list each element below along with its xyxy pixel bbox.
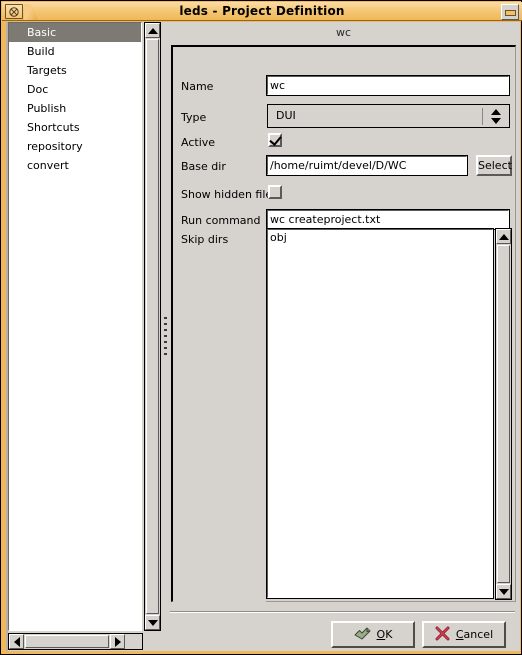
tab-wc[interactable]: wc bbox=[170, 26, 517, 43]
sidebar-item-convert[interactable]: convert bbox=[9, 156, 141, 175]
scroll-down-button[interactable] bbox=[496, 584, 511, 599]
cancel-button[interactable]: Cancel bbox=[422, 621, 506, 648]
run-command-input[interactable]: wc createproject.txt bbox=[266, 209, 510, 230]
name-label: Name bbox=[181, 80, 214, 93]
basic-settings-form: Name wc Type DUI Active Base dir /home/r… bbox=[171, 45, 516, 602]
base-dir-label: Base dir bbox=[181, 160, 226, 173]
select-base-dir-button[interactable]: Select bbox=[476, 155, 512, 176]
type-label: Type bbox=[181, 111, 207, 124]
skipdirs-vertical-scrollbar[interactable] bbox=[495, 228, 512, 600]
scroll-left-button[interactable] bbox=[9, 634, 24, 649]
scroll-right-button[interactable] bbox=[110, 634, 125, 649]
sidebar-item-label: Shortcuts bbox=[27, 121, 80, 134]
dialog-client-area: Basic Build Targets Doc Publish Shortcut… bbox=[6, 22, 520, 651]
scroll-up-button[interactable] bbox=[145, 23, 160, 38]
sidebar-item-repository[interactable]: repository bbox=[9, 137, 141, 156]
splitter-grip-icon bbox=[164, 317, 167, 357]
category-list[interactable]: Basic Build Targets Doc Publish Shortcut… bbox=[8, 22, 142, 631]
minimize-icon bbox=[505, 10, 516, 16]
sidebar-item-label: convert bbox=[27, 159, 69, 172]
window-title: leds - Project Definition bbox=[179, 4, 345, 18]
action-bar: OK Cancel bbox=[170, 618, 517, 652]
scrollbar-thumb[interactable] bbox=[25, 635, 109, 648]
chevron-right-icon bbox=[114, 636, 121, 647]
chevron-up-icon bbox=[147, 27, 158, 34]
scrollbar-thumb[interactable] bbox=[497, 245, 510, 583]
active-checkbox[interactable] bbox=[268, 133, 282, 147]
skip-dirs-textarea[interactable]: obj bbox=[266, 228, 494, 599]
skip-dirs-label: Skip dirs bbox=[181, 233, 229, 246]
chevron-left-icon bbox=[13, 636, 20, 647]
sidebar-item-label: Publish bbox=[27, 102, 67, 115]
type-value: DUI bbox=[276, 109, 296, 122]
check-arrow-icon bbox=[354, 626, 371, 644]
name-input[interactable]: wc bbox=[266, 75, 510, 96]
action-bar-separator bbox=[170, 611, 515, 613]
show-hidden-files-checkbox[interactable] bbox=[268, 185, 282, 199]
form-label-column bbox=[173, 47, 266, 602]
sidebar-item-label: Doc bbox=[27, 83, 49, 96]
sidebar-item-build[interactable]: Build bbox=[9, 42, 141, 61]
cancel-mnemonic: C bbox=[455, 628, 464, 641]
cross-x-icon bbox=[435, 626, 450, 644]
spinner-down-icon[interactable] bbox=[491, 118, 501, 124]
spinner-up-icon[interactable] bbox=[491, 109, 501, 115]
sidebar-item-basic[interactable]: Basic bbox=[9, 23, 141, 42]
sidebar-item-targets[interactable]: Targets bbox=[9, 61, 141, 80]
active-label: Active bbox=[181, 136, 216, 149]
window-minimize-button[interactable] bbox=[501, 4, 519, 20]
sidebar-item-label: Build bbox=[27, 45, 55, 58]
sidebar-item-doc[interactable]: Doc bbox=[9, 80, 141, 99]
ok-button[interactable]: OK bbox=[331, 621, 415, 648]
sidebar-item-shortcuts[interactable]: Shortcuts bbox=[9, 118, 141, 137]
scroll-down-button[interactable] bbox=[145, 615, 160, 630]
ok-mnemonic: O bbox=[376, 628, 386, 641]
ok-label-rest: K bbox=[385, 628, 393, 641]
spinner-separator bbox=[482, 108, 483, 125]
scroll-up-button[interactable] bbox=[496, 229, 511, 244]
sidebar-horizontal-scrollbar[interactable] bbox=[8, 633, 143, 650]
sidebar-item-label: Targets bbox=[27, 64, 67, 77]
cancel-label-rest: ancel bbox=[463, 628, 494, 641]
application-window: leds - Project Definition Basic Build Ta… bbox=[0, 0, 522, 655]
chevron-down-icon bbox=[147, 619, 158, 626]
title-bar: leds - Project Definition bbox=[2, 2, 522, 21]
sidebar-item-label: Basic bbox=[27, 26, 57, 39]
chevron-down-icon bbox=[498, 588, 509, 595]
run-command-label: Run command bbox=[181, 214, 261, 227]
show-hidden-files-label: Show hidden files bbox=[181, 188, 278, 201]
sidebar-vertical-scrollbar[interactable] bbox=[144, 22, 161, 631]
scrollbar-thumb[interactable] bbox=[146, 39, 159, 614]
type-spinner[interactable]: DUI bbox=[267, 104, 510, 128]
sidebar-item-publish[interactable]: Publish bbox=[9, 99, 141, 118]
base-dir-input[interactable]: /home/ruimt/devel/D/WC bbox=[266, 155, 468, 176]
settings-pane: wc Name wc Type DUI Active Base dir /hom… bbox=[170, 22, 517, 631]
chevron-up-icon bbox=[498, 233, 509, 240]
sidebar-item-label: repository bbox=[27, 140, 83, 153]
pane-splitter[interactable] bbox=[162, 22, 170, 631]
